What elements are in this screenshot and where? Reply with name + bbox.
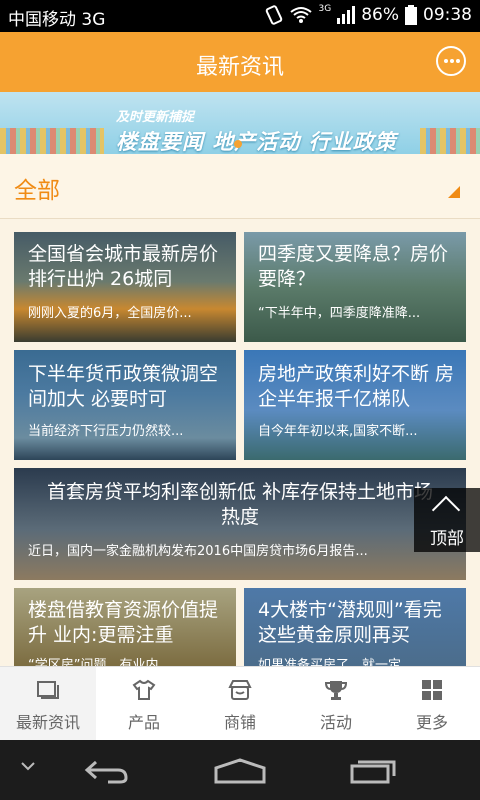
chat-bubble-icon[interactable] bbox=[436, 46, 466, 76]
tab-shops[interactable]: 商铺 bbox=[192, 667, 288, 741]
article-title: 房地产政策利好不断 房企半年报千亿梯队 bbox=[258, 363, 455, 410]
category-filter[interactable]: 全部 bbox=[0, 154, 480, 219]
article-title: 下半年货币政策微调空间加大 必要时可 bbox=[28, 363, 219, 410]
back-to-top-button[interactable]: 顶部 bbox=[414, 488, 480, 552]
dropdown-triangle-icon bbox=[448, 186, 460, 198]
article-summary: 当前经济下行压力仍然较... bbox=[28, 424, 184, 439]
article-title: 四季度又要降息？房价要降？ bbox=[258, 243, 449, 290]
battery-percent: 86% bbox=[361, 5, 399, 25]
article-card[interactable]: 四季度又要降息？房价要降？ “下半年中，四季度降准降... bbox=[244, 232, 466, 342]
status-icons: 3G 86% 09:38 bbox=[265, 4, 472, 25]
banner-tagline: 及时更新捕捉 bbox=[116, 110, 195, 125]
filter-label: 全部 bbox=[14, 178, 60, 204]
tab-more[interactable]: 更多 bbox=[384, 667, 480, 741]
tab-news[interactable]: 最新资讯 bbox=[0, 667, 96, 741]
article-card[interactable]: 房地产政策利好不断 房企半年报千亿梯队 自今年年初以来,国家不断... bbox=[244, 350, 466, 460]
chevron-down-icon[interactable] bbox=[20, 758, 36, 774]
news-icon bbox=[37, 681, 59, 699]
app-header: 最新资讯 bbox=[0, 32, 480, 92]
system-nav-bar bbox=[0, 740, 480, 800]
shirt-icon bbox=[132, 679, 156, 700]
carousel-indicator bbox=[234, 140, 242, 148]
tab-products[interactable]: 产品 bbox=[96, 667, 192, 741]
wifi-icon bbox=[289, 7, 312, 23]
article-title: 4大楼市“潜规则”看完这些黄金原则再买 bbox=[258, 599, 442, 646]
article-summary: “下半年中，四季度降准降... bbox=[258, 306, 421, 321]
article-summary: 近日，国内一家金融机构发布2016中国房贷市场6月报告... bbox=[28, 544, 368, 559]
tab-events[interactable]: 活动 bbox=[288, 667, 384, 741]
article-summary: 刚刚入夏的6月，全国房价... bbox=[28, 306, 192, 321]
carrier-label: 中国移动 3G bbox=[8, 10, 106, 30]
article-card[interactable]: 下半年货币政策微调空间加大 必要时可 当前经济下行压力仍然较... bbox=[14, 350, 236, 460]
home-icon[interactable] bbox=[214, 758, 266, 784]
article-card[interactable]: 楼盘借教育资源价值提升 业内:更需注重 “学区房”问题，有业内... bbox=[14, 588, 236, 670]
shop-icon bbox=[228, 680, 252, 700]
trophy-icon bbox=[324, 681, 348, 700]
back-to-top-label: 顶部 bbox=[430, 529, 464, 549]
network-type: 3G bbox=[318, 4, 332, 14]
promo-banner[interactable]: 及时更新捕捉 楼盘要闻 地产活动 行业政策 bbox=[0, 92, 480, 154]
article-title: 首套房贷平均利率创新低 补库存保持土地市场热度 bbox=[46, 481, 434, 528]
page-title: 最新资讯 bbox=[195, 55, 284, 80]
city-skyline-right bbox=[420, 128, 480, 154]
tab-label: 活动 bbox=[319, 713, 352, 732]
banner-headline: 楼盘要闻 地产活动 行业政策 bbox=[116, 130, 397, 154]
article-summary: 自今年年初以来,国家不断... bbox=[258, 424, 418, 439]
chevron-up-icon bbox=[431, 495, 461, 525]
grid-icon bbox=[422, 680, 442, 700]
article-card[interactable]: 全国省会城市最新房价排行出炉 26城同 刚刚入夏的6月，全国房价... bbox=[14, 232, 236, 342]
clock: 09:38 bbox=[423, 5, 472, 25]
recent-apps-icon[interactable] bbox=[350, 758, 398, 784]
status-bar: 中国移动 3G 3G 86% 09:38 bbox=[0, 0, 480, 32]
tab-label: 商铺 bbox=[223, 713, 256, 732]
article-card[interactable]: 4大楼市“潜规则”看完这些黄金原则再买 如果准备买房了，就一定... bbox=[244, 588, 466, 670]
tab-label: 最新资讯 bbox=[15, 713, 80, 732]
signal-icon bbox=[337, 6, 356, 24]
battery-icon bbox=[405, 5, 417, 25]
article-card[interactable]: 首套房贷平均利率创新低 补库存保持土地市场热度 近日，国内一家金融机构发布201… bbox=[14, 468, 466, 580]
city-skyline-left bbox=[0, 128, 104, 154]
article-title: 全国省会城市最新房价排行出炉 26城同 bbox=[28, 243, 219, 290]
vibrate-icon bbox=[265, 5, 282, 25]
tab-label: 更多 bbox=[415, 713, 448, 732]
back-icon[interactable] bbox=[84, 758, 130, 784]
tab-label: 产品 bbox=[127, 713, 160, 732]
bottom-tab-bar: 最新资讯 产品 商铺 活动 更多 bbox=[0, 666, 480, 741]
article-title: 楼盘借教育资源价值提升 业内:更需注重 bbox=[28, 599, 219, 646]
